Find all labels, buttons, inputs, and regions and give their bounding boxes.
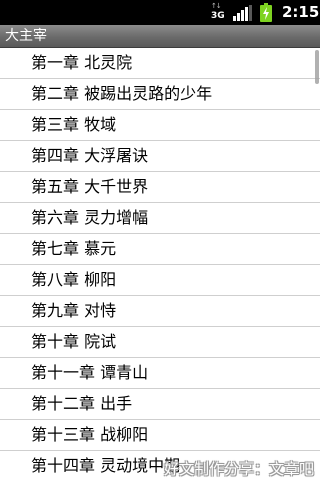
- app-title: 大主宰: [5, 28, 47, 44]
- chapter-title: 第四章 大浮屠诀: [31, 146, 149, 165]
- clock-time: 2:15: [282, 3, 320, 21]
- chapter-title: 第十章 院试: [31, 332, 117, 351]
- chapter-item[interactable]: 第八章 柳阳: [0, 265, 320, 296]
- chapter-title: 第五章 大千世界: [31, 177, 149, 196]
- chapter-title: 第十三章 战柳阳: [31, 425, 149, 444]
- chapter-item[interactable]: 第十二章 出手: [0, 389, 320, 420]
- chapter-title: 第十一章 谭青山: [31, 363, 149, 382]
- chapter-item[interactable]: 第十三章 战柳阳: [0, 420, 320, 451]
- chapter-title: 第七章 慕元: [31, 239, 117, 258]
- chapter-title: 第八章 柳阳: [31, 270, 117, 289]
- chapter-title: 第三章 牧域: [31, 115, 117, 134]
- chapter-item[interactable]: 第四章 大浮屠诀: [0, 141, 320, 172]
- chapter-item[interactable]: 第十章 院试: [0, 327, 320, 358]
- chapter-item[interactable]: 第九章 对恃: [0, 296, 320, 327]
- chapter-list[interactable]: 第一章 北灵院 第二章 被踢出灵路的少年 第三章 牧域 第四章 大浮屠诀 第五章…: [0, 48, 320, 480]
- footer-watermark: 好文制作分享：文章吧: [163, 460, 314, 478]
- app-screen: ↑↓ 3G 2:15 大主宰 第一章 北灵院 第二章 被踢出灵路的少年 第三章 …: [0, 0, 320, 480]
- chapter-item[interactable]: 第五章 大千世界: [0, 172, 320, 203]
- chapter-item[interactable]: 第七章 慕元: [0, 234, 320, 265]
- 3g-data-icon: ↑↓ 3G: [211, 2, 225, 21]
- chapter-item[interactable]: 第一章 北灵院: [0, 48, 320, 79]
- chapter-item[interactable]: 第十一章 谭青山: [0, 358, 320, 389]
- chapter-item[interactable]: 第六章 灵力增幅: [0, 203, 320, 234]
- battery-charging-icon: [260, 3, 272, 22]
- chapter-title: 第十四章 灵动境中期: [31, 456, 181, 475]
- network-type-label: 3G: [211, 11, 225, 21]
- chapter-item[interactable]: 第三章 牧域: [0, 110, 320, 141]
- chapter-title: 第十二章 出手: [31, 394, 133, 413]
- chapter-title: 第六章 灵力增幅: [31, 208, 149, 227]
- signal-strength-icon: [233, 5, 253, 21]
- chapter-title: 第九章 对恃: [31, 301, 117, 320]
- chapter-title: 第一章 北灵院: [31, 53, 133, 72]
- status-bar: ↑↓ 3G 2:15: [0, 0, 320, 25]
- chapter-title: 第二章 被踢出灵路的少年: [31, 84, 213, 103]
- title-bar: 大主宰: [0, 25, 320, 48]
- chapter-item[interactable]: 第二章 被踢出灵路的少年: [0, 79, 320, 110]
- list-scrollbar[interactable]: [315, 50, 319, 84]
